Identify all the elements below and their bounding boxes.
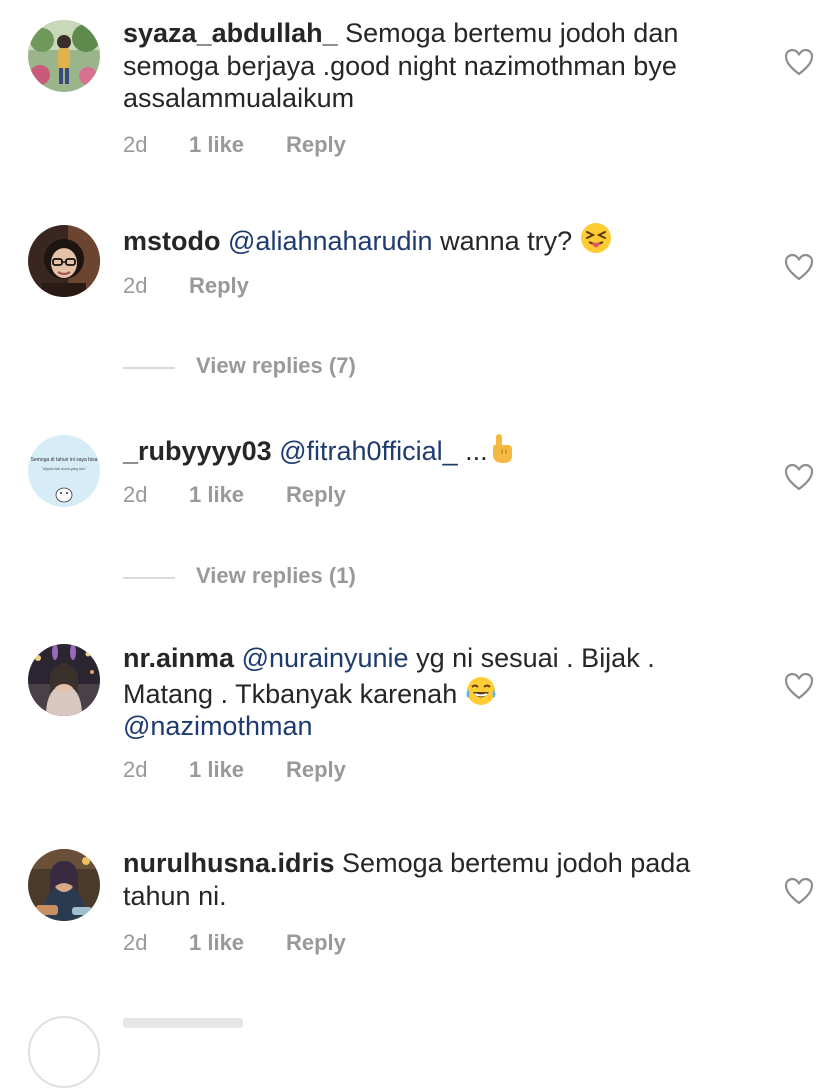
- comment-body-line-2: tahun ni.: [123, 880, 227, 911]
- reply-button[interactable]: Reply: [286, 930, 346, 956]
- comment-body-line-2: Matang . Tkbanyak karenah: [123, 678, 458, 709]
- reply-button[interactable]: Reply: [189, 273, 249, 299]
- view-replies-label[interactable]: View replies (1): [196, 563, 356, 589]
- mention-link-2[interactable]: @nazimothman: [123, 711, 313, 741]
- avatar-partial[interactable]: [28, 1016, 100, 1088]
- divider-line: [123, 577, 175, 579]
- comment-time: 2d: [123, 757, 148, 782]
- comment-time: 2d: [123, 132, 148, 157]
- comment-text: nurulhusna.idris Semoga bertemu jodoh pa…: [123, 847, 763, 912]
- comment-body: Semoga bertemu jodoh pada: [342, 848, 691, 878]
- comment-body-line-1: Semoga bertemu jodoh dan: [345, 18, 679, 48]
- likes-count[interactable]: 1 like: [189, 132, 244, 158]
- comment-body-line-2: semoga berjaya .good night nazimothman b…: [123, 50, 677, 81]
- likes-count[interactable]: 1 like: [189, 930, 244, 956]
- avatar-text-top: Semoga di tahun ini saya bisa: [31, 457, 98, 463]
- mention-link[interactable]: @aliahnaharudin: [228, 226, 433, 256]
- avatar-text-bottom: "dijauhi dari dunia yang lalu": [42, 467, 87, 471]
- comment-body-line-3: assalammualaikum: [123, 83, 355, 113]
- heart-icon[interactable]: [784, 48, 814, 76]
- likes-count[interactable]: 1 like: [189, 482, 244, 508]
- likes-count[interactable]: 1 like: [189, 757, 244, 783]
- reply-button[interactable]: Reply: [286, 132, 346, 158]
- comment-text: _rubyyyy03 @fitrah0fficial_ ...: [123, 432, 763, 468]
- comment-body: wanna try?: [440, 226, 573, 256]
- comment-time: 2d: [123, 930, 148, 955]
- heart-icon[interactable]: [784, 253, 814, 281]
- comment-username[interactable]: syaza_abdullah_: [123, 18, 338, 48]
- reply-button[interactable]: Reply: [286, 482, 346, 508]
- comment-partial: [123, 1018, 243, 1028]
- mention-link[interactable]: @nurainyunie: [242, 643, 409, 673]
- pointing-up-hand-icon: [492, 434, 512, 463]
- divider-line: [123, 367, 175, 369]
- comment-username[interactable]: nurulhusna.idris: [123, 848, 335, 878]
- comment-text: nr.ainma @nurainyunie yg ni sesuai . Bij…: [123, 642, 763, 743]
- comment-text: syaza_abdullah_ Semoga bertemu jodoh dan…: [123, 17, 763, 115]
- avatar[interactable]: [28, 225, 100, 297]
- avatar[interactable]: [28, 849, 100, 921]
- avatar[interactable]: [28, 644, 100, 716]
- comment-time: 2d: [123, 482, 148, 507]
- tears-of-joy-icon: [466, 676, 496, 705]
- reply-button[interactable]: Reply: [286, 757, 346, 783]
- avatar[interactable]: Semoga di tahun ini saya bisa "dijauhi d…: [28, 435, 100, 507]
- squinting-face-tongue-icon: [580, 223, 611, 253]
- comment-text: mstodo @aliahnaharudin wanna try?: [123, 222, 763, 258]
- comment-username[interactable]: nr.ainma: [123, 643, 234, 673]
- heart-icon[interactable]: [784, 672, 814, 700]
- comment-username[interactable]: _rubyyyy03: [123, 436, 272, 466]
- avatar[interactable]: [28, 20, 100, 92]
- view-replies-label[interactable]: View replies (7): [196, 353, 356, 379]
- heart-icon[interactable]: [784, 877, 814, 905]
- mention-link[interactable]: @fitrah0fficial_: [279, 436, 458, 466]
- comment-body: ...: [465, 436, 488, 466]
- comment-username[interactable]: mstodo: [123, 226, 221, 256]
- comment-body: yg ni sesuai . Bijak .: [416, 643, 655, 673]
- heart-icon[interactable]: [784, 463, 814, 491]
- comment-time: 2d: [123, 273, 148, 298]
